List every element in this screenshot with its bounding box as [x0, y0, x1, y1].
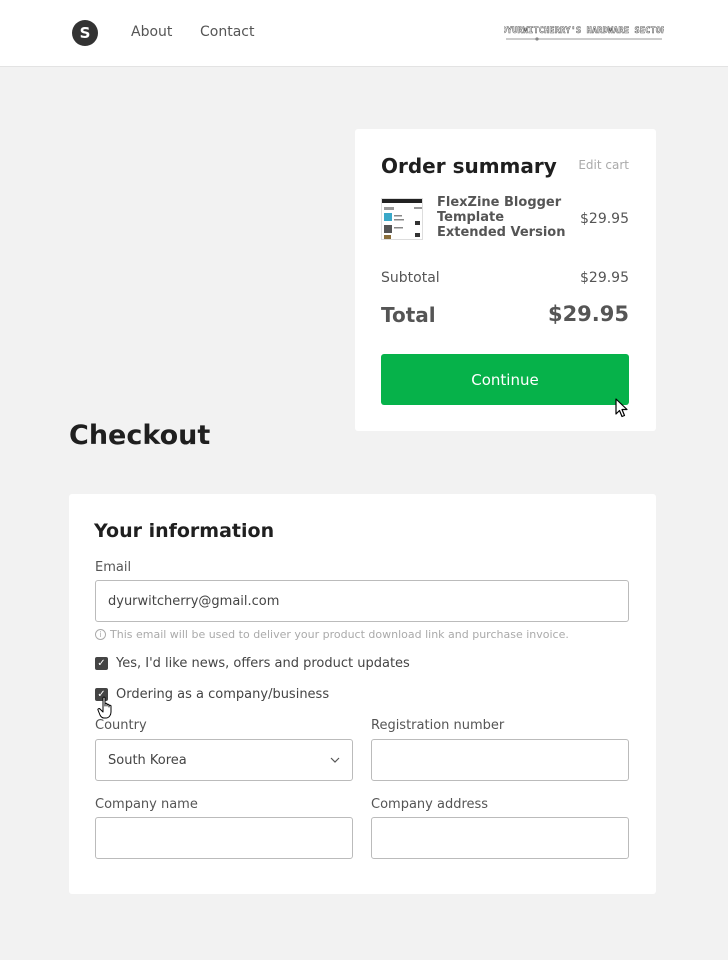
product-price: $29.95: [580, 211, 629, 227]
subtotal-label: Subtotal: [381, 270, 440, 286]
edit-cart-link[interactable]: Edit cart: [578, 158, 629, 172]
news-checkbox[interactable]: ✓: [95, 657, 108, 670]
total-value: $29.95: [547, 302, 629, 326]
email-hint: i This email will be used to deliver you…: [95, 628, 569, 641]
total-label: Total: [381, 303, 436, 327]
continue-button[interactable]: Continue: [381, 354, 629, 405]
store-brand-logo-icon[interactable]: DYURWITCHERRY'S HARDWARE SECTOR: [504, 22, 664, 44]
subtotal-value: $29.95: [580, 270, 629, 286]
logo-letter: S: [79, 24, 91, 42]
company-address-label: Company address: [371, 797, 489, 812]
country-select[interactable]: South Korea: [95, 739, 353, 781]
svg-text:DYURWITCHERRY'S HARDWARE SECTO: DYURWITCHERRY'S HARDWARE SECTOR: [504, 26, 664, 36]
email-hint-text: This email will be used to deliver your …: [110, 628, 569, 641]
store-logo-icon[interactable]: S: [72, 20, 98, 46]
company-name-label: Company name: [95, 797, 198, 812]
nav-link-contact[interactable]: Contact: [200, 24, 254, 40]
your-information-title: Your information: [94, 520, 275, 542]
news-checkbox-row[interactable]: ✓ Yes, I'd like news, offers and product…: [95, 656, 410, 671]
order-summary-title: Order summary: [381, 154, 557, 178]
email-label: Email: [95, 560, 132, 575]
company-checkbox-label[interactable]: Ordering as a company/business: [116, 687, 329, 702]
info-icon: i: [95, 629, 106, 640]
email-field[interactable]: [95, 580, 629, 622]
country-select-value: South Korea: [108, 752, 187, 768]
product-name: FlexZine Blogger Template Extended Versi…: [437, 195, 566, 240]
company-address-field[interactable]: [371, 817, 629, 859]
nav-link-about[interactable]: About: [131, 24, 172, 40]
registration-number-label: Registration number: [371, 718, 505, 733]
company-name-field[interactable]: [95, 817, 353, 859]
product-thumbnail: [381, 198, 423, 240]
mouse-pointer-arrow-icon: [615, 398, 628, 418]
registration-number-field[interactable]: [371, 739, 629, 781]
country-label: Country: [95, 718, 147, 733]
product-thumbnail-image-icon: [382, 199, 422, 239]
your-information-card: Your information Email i This email will…: [69, 494, 656, 894]
top-navigation-bar: S About Contact DYURWITCHERRY'S HARDWARE…: [0, 0, 728, 67]
hand-pointer-cursor-icon: [97, 696, 112, 719]
news-checkbox-label[interactable]: Yes, I'd like news, offers and product u…: [116, 656, 410, 671]
order-summary-card: Order summary Edit cart FlexZine Blogger…: [355, 129, 656, 431]
company-checkbox-row[interactable]: ✓ Ordering as a company/business: [95, 687, 329, 702]
chevron-down-icon: [330, 757, 340, 763]
checkout-page-title: Checkout: [69, 420, 211, 451]
